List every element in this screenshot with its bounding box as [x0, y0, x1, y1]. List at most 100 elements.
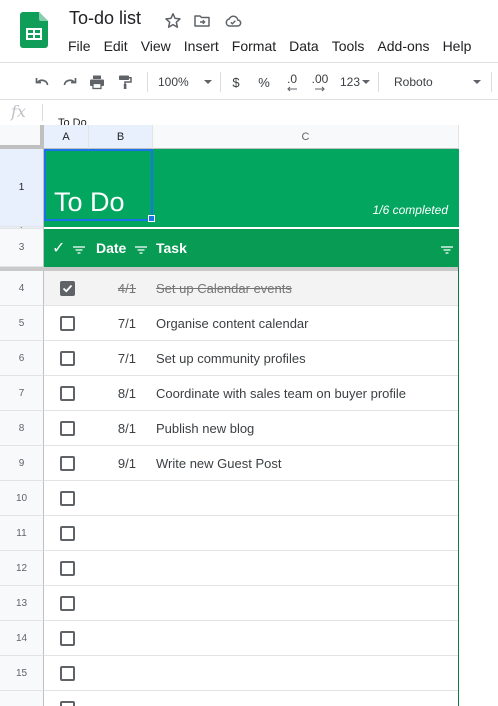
- task-name[interactable]: Write new Guest Post: [156, 456, 281, 471]
- task-checkbox[interactable]: [60, 666, 75, 681]
- sheets-logo-icon[interactable]: [20, 12, 48, 48]
- task-date[interactable]: 8/1: [96, 386, 136, 401]
- increase-decimals-button[interactable]: .00: [307, 63, 333, 101]
- task-name[interactable]: Set up community profiles: [156, 351, 306, 366]
- filter-icon[interactable]: [135, 246, 147, 254]
- currency-format-button[interactable]: $: [227, 63, 245, 101]
- toolbar-separator: [378, 72, 379, 92]
- chevron-down-icon: [472, 80, 481, 84]
- row-header-3[interactable]: 3: [0, 229, 44, 267]
- font-select[interactable]: Roboto: [388, 63, 488, 101]
- task-checkbox[interactable]: [60, 351, 75, 366]
- task-checkbox[interactable]: [60, 701, 75, 706]
- redo-icon: [63, 78, 77, 86]
- task-checkbox[interactable]: [60, 526, 75, 541]
- date-column-header[interactable]: Date: [96, 229, 126, 267]
- task-checkbox[interactable]: [60, 316, 75, 331]
- row-header-1[interactable]: 1: [0, 149, 44, 227]
- print-icon: [90, 75, 104, 90]
- task-column-header[interactable]: Task: [156, 229, 187, 267]
- chevron-down-icon: [362, 80, 371, 84]
- print-button[interactable]: [85, 63, 109, 101]
- formula-bar: fx To Do: [0, 100, 498, 125]
- fill-handle[interactable]: [148, 215, 155, 222]
- task-checkbox[interactable]: [60, 386, 75, 401]
- redo-button[interactable]: [58, 63, 82, 101]
- decrease-decimals-button[interactable]: .0: [280, 63, 304, 101]
- row-header-16[interactable]: [0, 691, 44, 706]
- column-header-c[interactable]: C: [153, 125, 459, 149]
- row-header-5[interactable]: 5: [0, 306, 44, 341]
- row-header-8[interactable]: 8: [0, 411, 44, 446]
- table-row: 7/1 Organise content calendar: [44, 306, 458, 341]
- task-checkbox[interactable]: [60, 421, 75, 436]
- task-name[interactable]: Set up Calendar events: [156, 281, 292, 296]
- menu-data[interactable]: Data: [289, 38, 319, 54]
- table-row: [44, 516, 458, 551]
- task-date[interactable]: 7/1: [96, 316, 136, 331]
- task-date[interactable]: 4/1: [96, 281, 136, 296]
- column-header-a[interactable]: A: [44, 125, 89, 149]
- formula-input[interactable]: To Do: [58, 117, 87, 125]
- checkmark-icon: [62, 284, 73, 293]
- menu-add-ons[interactable]: Add-ons: [377, 38, 429, 54]
- column-header-b[interactable]: B: [89, 125, 153, 149]
- task-date[interactable]: 9/1: [96, 456, 136, 471]
- filter-icon[interactable]: [441, 246, 453, 254]
- paint-format-button[interactable]: [113, 63, 137, 101]
- table-row: [44, 481, 458, 516]
- more-formats-button[interactable]: 123: [338, 63, 372, 101]
- increase-decimals-label: .00: [311, 72, 329, 86]
- row-header-6[interactable]: 6: [0, 341, 44, 376]
- task-checkbox[interactable]: [60, 631, 75, 646]
- selected-cell-outline[interactable]: [44, 149, 153, 221]
- percent-format-button[interactable]: %: [255, 63, 273, 101]
- task-checkbox-checked[interactable]: [60, 281, 75, 296]
- cloud-status-icon[interactable]: [224, 12, 242, 30]
- menu-edit[interactable]: Edit: [104, 38, 128, 54]
- table-row: [44, 551, 458, 586]
- row-header-7[interactable]: 7: [0, 376, 44, 411]
- document-title[interactable]: To-do list: [69, 8, 141, 29]
- row-header-9[interactable]: 9: [0, 446, 44, 481]
- task-checkbox[interactable]: [60, 456, 75, 471]
- menu-view[interactable]: View: [141, 38, 171, 54]
- task-name[interactable]: Coordinate with sales team on buyer prof…: [156, 386, 406, 401]
- undo-button[interactable]: [30, 63, 54, 101]
- menu-insert[interactable]: Insert: [184, 38, 219, 54]
- menu-format[interactable]: Format: [232, 38, 276, 54]
- row-header-13[interactable]: 13: [0, 586, 44, 621]
- task-date[interactable]: 8/1: [96, 421, 136, 436]
- more-formats-label: 123: [339, 75, 361, 89]
- row-header-14[interactable]: 14: [0, 621, 44, 656]
- task-checkbox[interactable]: [60, 561, 75, 576]
- row-header-12[interactable]: 12: [0, 551, 44, 586]
- task-date[interactable]: 7/1: [96, 351, 136, 366]
- task-name[interactable]: Publish new blog: [156, 421, 254, 436]
- task-checkbox[interactable]: [60, 596, 75, 611]
- row-header-4[interactable]: 4: [0, 271, 44, 306]
- zoom-select[interactable]: 100%: [153, 63, 215, 101]
- spreadsheet-grid: A B C 1 2 3 4 5 6 7 8 9 10 11 12 13 14 1…: [0, 125, 498, 706]
- move-to-folder-icon[interactable]: [193, 12, 211, 30]
- star-icon[interactable]: [164, 12, 182, 30]
- row-header-10[interactable]: 10: [0, 481, 44, 516]
- completion-status[interactable]: 1/6 completed: [373, 203, 448, 217]
- toolbar-separator: [220, 72, 221, 92]
- table-row: 9/1 Write new Guest Post: [44, 446, 458, 481]
- filter-icon[interactable]: [73, 246, 85, 254]
- toolbar-separator: [147, 72, 148, 92]
- task-checkbox[interactable]: [60, 491, 75, 506]
- table-row: [44, 656, 458, 691]
- row-header-15[interactable]: 15: [0, 656, 44, 691]
- menu-file[interactable]: File: [68, 38, 91, 54]
- row-header-11[interactable]: 11: [0, 516, 44, 551]
- table-row: 4/1 Set up Calendar events: [44, 271, 458, 306]
- menu-help[interactable]: Help: [443, 38, 472, 54]
- arrow-left-icon: [287, 86, 297, 92]
- menu-tools[interactable]: Tools: [332, 38, 365, 54]
- table-header-row: ✓ Date Task: [44, 229, 459, 267]
- done-column-header[interactable]: ✓: [52, 229, 65, 267]
- task-name[interactable]: Organise content calendar: [156, 316, 308, 331]
- select-all-corner[interactable]: [0, 125, 44, 149]
